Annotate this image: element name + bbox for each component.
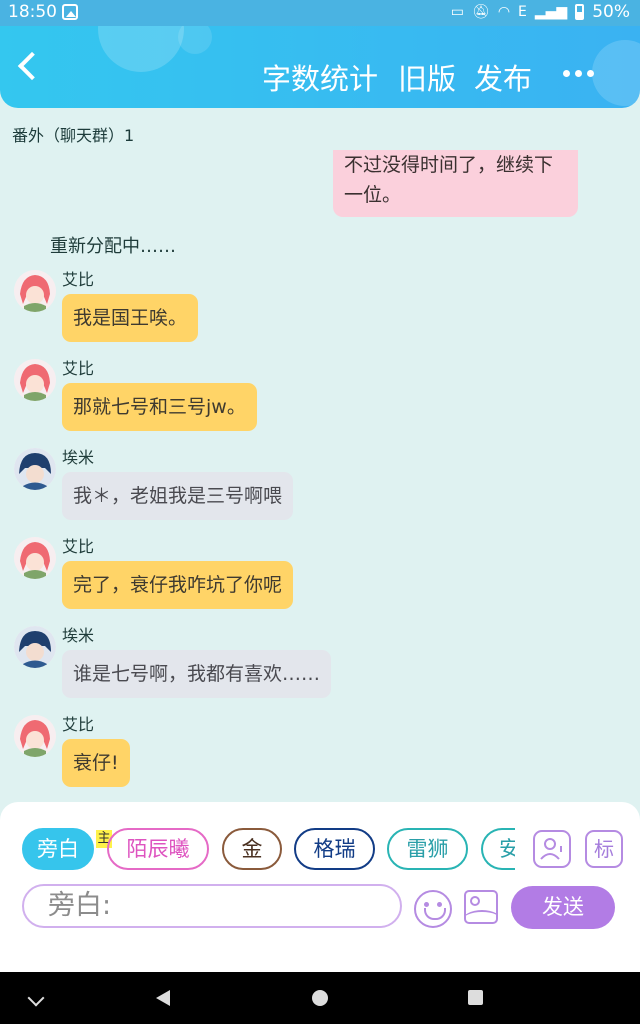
status-icons: ▭ 🔕︎ ◠ E ▂▄▆ 50% xyxy=(451,2,630,22)
avatar-pink-hair-girl[interactable] xyxy=(14,715,56,757)
avatar-pink-hair-girl[interactable] xyxy=(14,359,56,401)
chat-row: 埃米 谁是七号啊，我都有喜欢…… xyxy=(14,626,614,706)
chat-row: 艾比 我是国王唉。 xyxy=(14,270,614,350)
narration-text: 重新分配中…… xyxy=(50,236,176,257)
sender-name: 艾比 xyxy=(62,715,95,734)
chat-bubble[interactable]: 完了，衰仔我咋坑了你呢 xyxy=(62,561,294,609)
nav-recents-icon[interactable] xyxy=(468,990,483,1005)
word-count-button[interactable]: 字数统计 xyxy=(262,56,378,98)
message-input[interactable]: 旁白: xyxy=(22,884,402,928)
signal-icon: ▂▄▆ xyxy=(534,4,568,20)
emoji-icon[interactable] xyxy=(414,890,452,928)
chat-row: 艾比 完了，衰仔我咋坑了你呢 xyxy=(14,537,614,617)
chat-bubble[interactable]: 衰仔! xyxy=(62,739,130,787)
avatar-dark-hair-boy[interactable] xyxy=(14,448,56,490)
network-type: E xyxy=(518,4,527,20)
composer-panel: 旁白 主 陌辰曦 金 格瑞 雷狮 安 标 旁白: 发送 xyxy=(0,802,640,972)
gallery-notification-icon xyxy=(62,4,78,20)
role-icon[interactable] xyxy=(533,830,571,868)
chat-bubble[interactable]: 那就七号和三号jw。 xyxy=(62,383,257,431)
old-version-button[interactable]: 旧版 xyxy=(398,56,456,98)
chat-row: 埃米 我＊，老姐我是三号啊喂 xyxy=(14,448,614,528)
mute-icon: 🔕︎ xyxy=(472,4,490,20)
sender-name: 艾比 xyxy=(62,537,95,556)
nav-back-icon[interactable] xyxy=(156,990,170,1006)
chat-bubble[interactable]: 我是国王唉。 xyxy=(62,294,199,342)
character-chip[interactable]: 安 xyxy=(481,828,515,870)
system-nav-bar xyxy=(0,972,640,1024)
decor-bubble xyxy=(592,40,640,106)
character-chip[interactable]: 金 xyxy=(222,828,282,870)
sender-name: 艾比 xyxy=(62,359,95,378)
sender-name: 埃米 xyxy=(62,626,95,645)
nav-home-icon[interactable] xyxy=(312,990,328,1006)
chat-row: 艾比 衰仔! xyxy=(14,715,614,795)
chat-bubble-right[interactable]: 不过没得时间了，继续下一位。 xyxy=(333,150,578,217)
chat-bubble[interactable]: 谁是七号啊，我都有喜欢…… xyxy=(62,650,332,698)
chat-row: 艾比 那就七号和三号jw。 xyxy=(14,359,614,439)
chat-list[interactable]: 不过没得时间了，继续下一位。 重新分配中…… 艾比 我是国王唉。 艾比 那就七号… xyxy=(0,150,640,802)
nav-collapse-icon[interactable] xyxy=(27,989,45,1007)
group-title: 番外（聊天群）1 xyxy=(12,126,135,145)
decor-bubble xyxy=(178,26,212,54)
image-icon[interactable] xyxy=(464,890,498,924)
status-time: 18:50 xyxy=(8,2,57,22)
cast-icon: ▭ xyxy=(450,4,465,20)
wifi-icon: ◠ xyxy=(497,4,511,20)
sender-name: 埃米 xyxy=(62,448,95,467)
publish-button[interactable]: 发布 xyxy=(474,56,532,98)
battery-level: 50% xyxy=(592,2,630,22)
top-header: 字数统计 旧版 发布 xyxy=(0,26,640,108)
status-bar: 18:50 ▭ 🔕︎ ◠ E ▂▄▆ 50% xyxy=(0,0,640,26)
mark-button[interactable]: 标 xyxy=(585,830,623,868)
character-chip[interactable]: 格瑞 xyxy=(294,828,375,870)
battery-icon xyxy=(575,4,585,20)
decor-bubble xyxy=(98,26,184,72)
avatar-dark-hair-boy[interactable] xyxy=(14,626,56,668)
more-options-icon[interactable] xyxy=(563,70,594,77)
sender-name: 艾比 xyxy=(62,270,95,289)
character-chip-narrator[interactable]: 旁白 xyxy=(22,828,94,870)
character-chip[interactable]: 陌辰曦 xyxy=(107,828,209,870)
back-arrow-icon[interactable] xyxy=(17,51,47,81)
send-button[interactable]: 发送 xyxy=(511,886,615,929)
character-chip[interactable]: 雷狮 xyxy=(387,828,468,870)
avatar-pink-hair-girl[interactable] xyxy=(14,270,56,312)
avatar-pink-hair-girl[interactable] xyxy=(14,537,56,579)
chat-bubble[interactable]: 我＊，老姐我是三号啊喂 xyxy=(62,472,294,520)
